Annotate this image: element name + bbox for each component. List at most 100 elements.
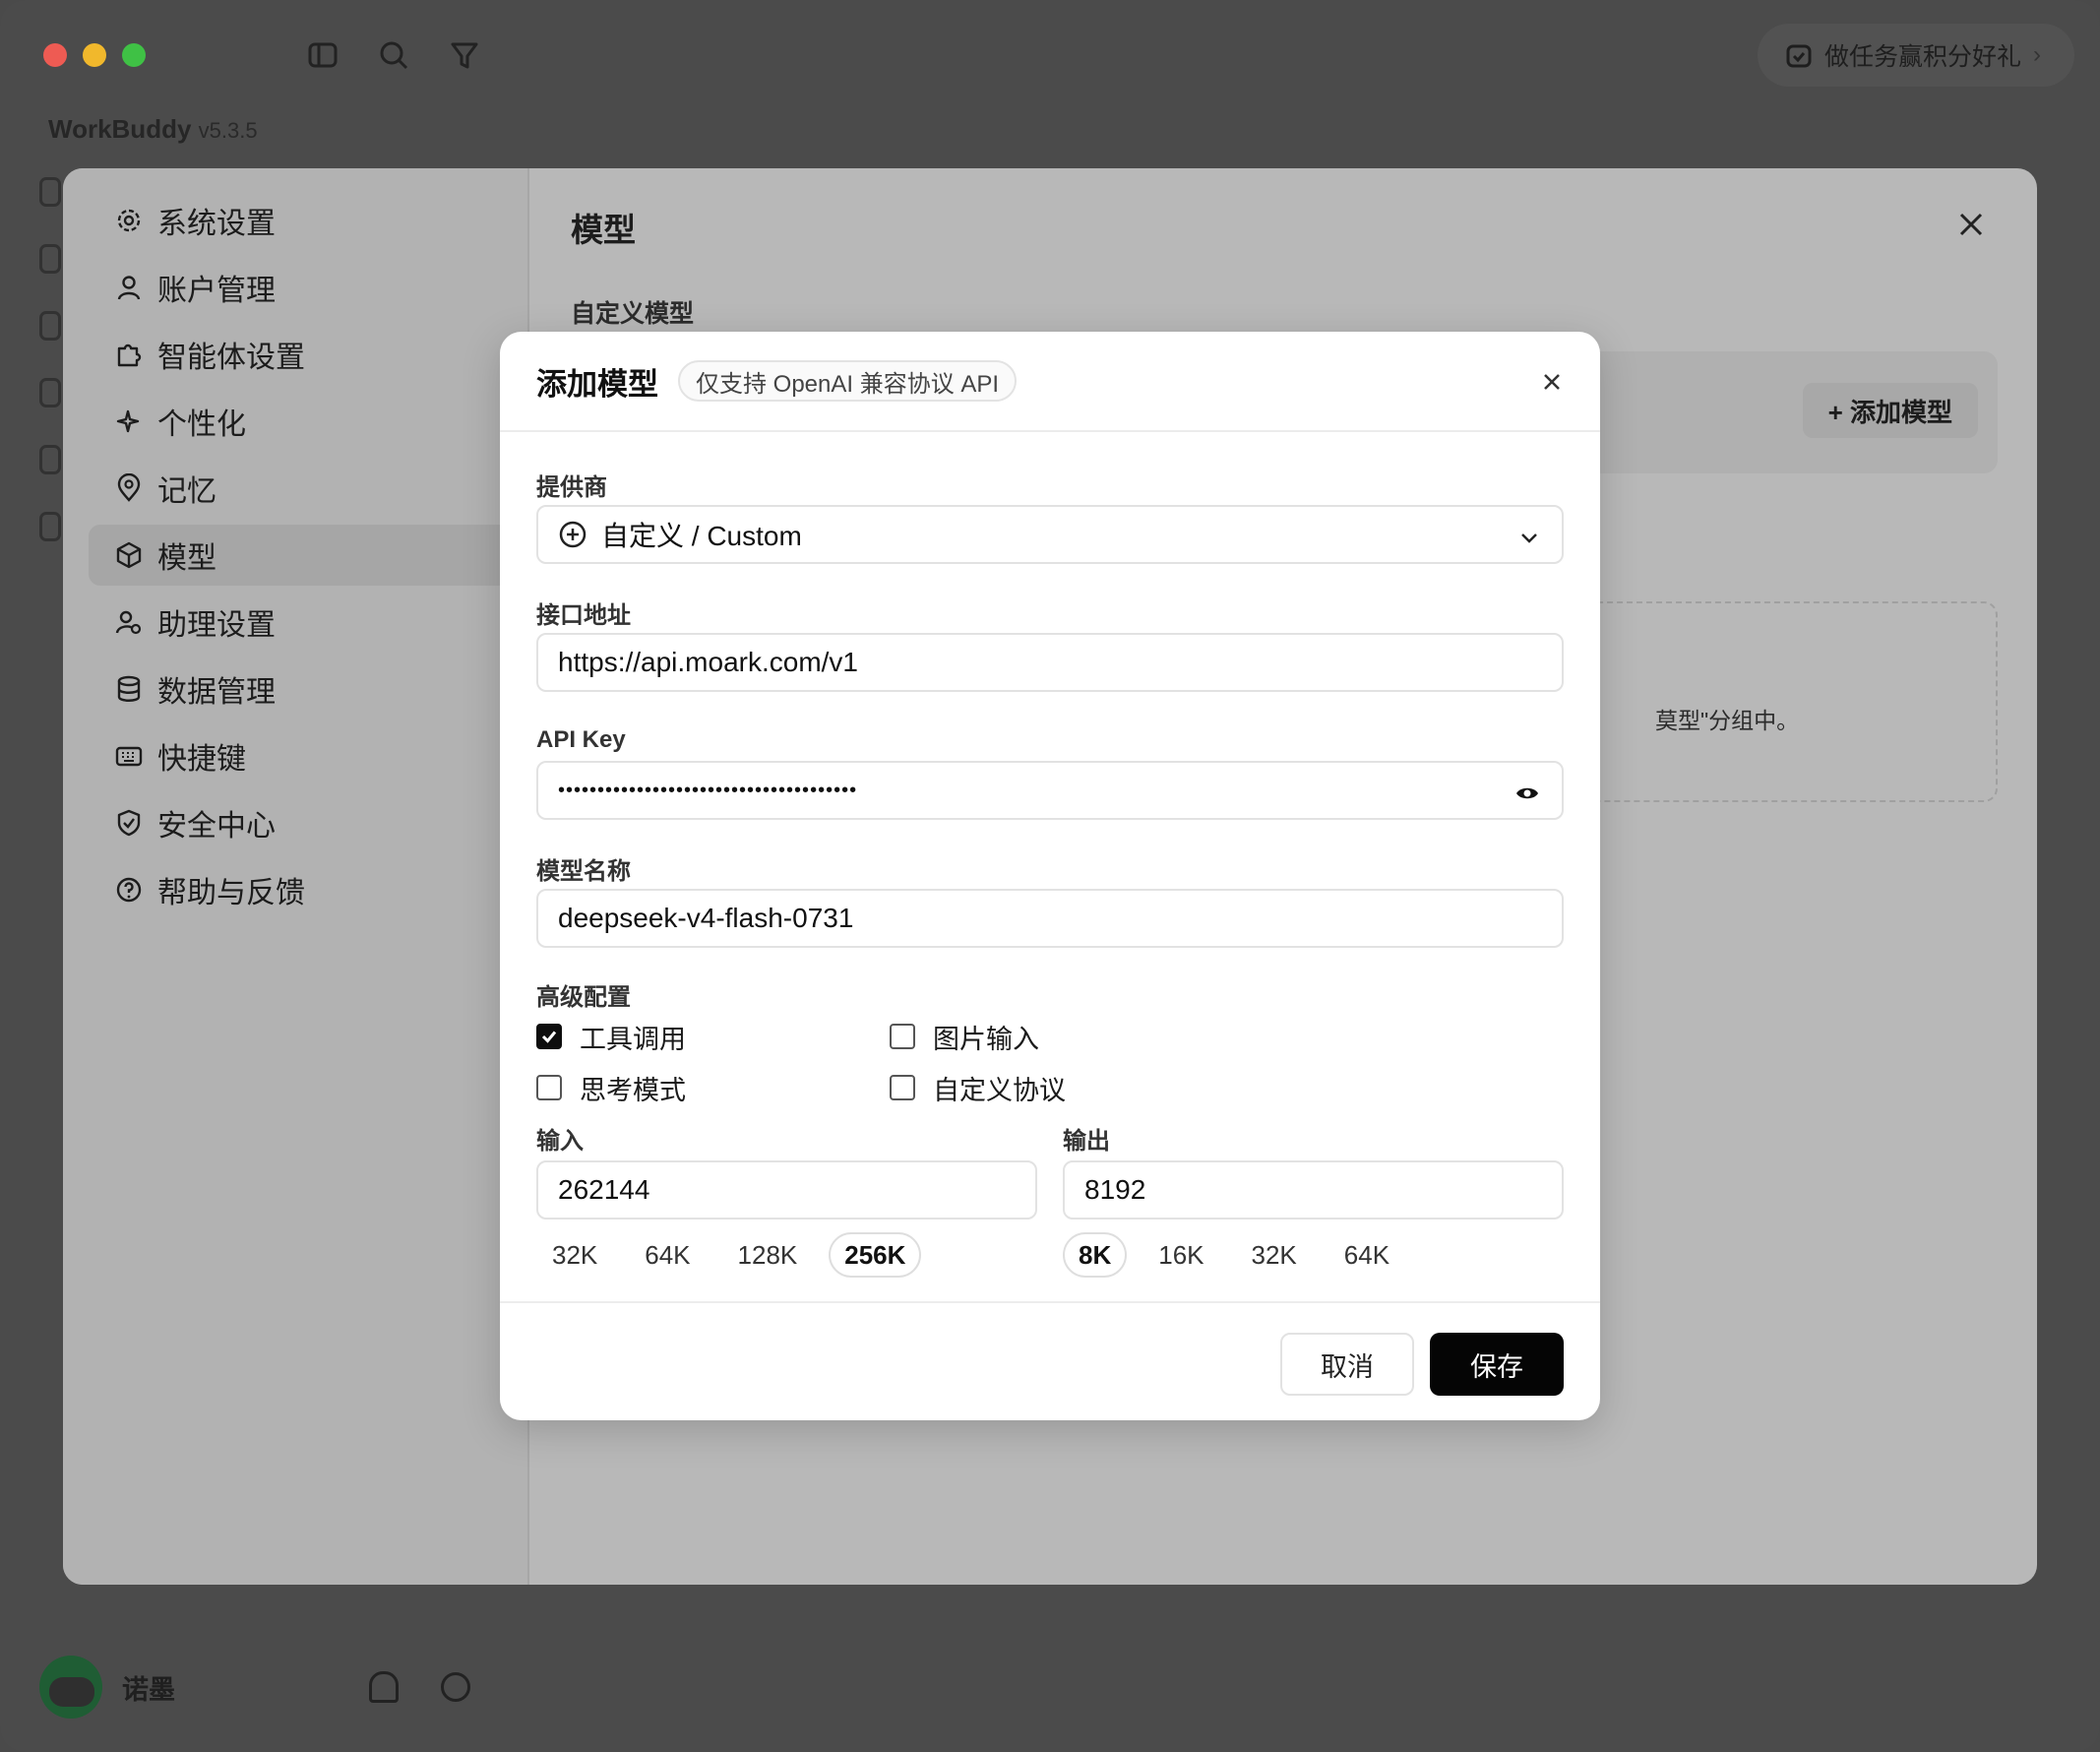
input-chips-2[interactable]: 128K bbox=[722, 1232, 814, 1278]
empty-hint: 莫型"分组中。 bbox=[1655, 708, 1800, 733]
close-icon[interactable] bbox=[1537, 367, 1567, 397]
sidebar-item-label: 帮助与反馈 bbox=[157, 877, 305, 909]
sidebar-item-4[interactable]: 记忆 bbox=[89, 458, 522, 519]
option-label: 思考模式 bbox=[580, 1075, 686, 1105]
sidebar-item-9[interactable]: 安全中心 bbox=[89, 792, 522, 853]
sidebar-item-label: 模型 bbox=[157, 542, 216, 575]
avatar[interactable] bbox=[39, 1656, 102, 1719]
checkbox-empty-icon[interactable] bbox=[890, 1075, 915, 1100]
model-name-label: 模型名称 bbox=[536, 857, 631, 885]
save-button[interactable]: 保存 bbox=[1430, 1333, 1564, 1396]
context-limits: 输入 262144 32K 64K 128K 256K 输出 8192 8K 16K 32… bbox=[536, 1121, 1564, 1279]
option-checkbox-1[interactable]: 图片输入 bbox=[890, 1011, 1243, 1062]
rail-history-icon[interactable] bbox=[39, 445, 61, 474]
sidebar-item-label: 账户管理 bbox=[157, 275, 276, 307]
output-chips-0[interactable]: 8K bbox=[1063, 1232, 1128, 1278]
input-limit-label: 输入 bbox=[536, 1127, 584, 1155]
sidebar-item-8[interactable]: 快捷键 bbox=[89, 725, 522, 786]
database-icon bbox=[114, 674, 144, 704]
api-key-label: API Key bbox=[536, 726, 626, 753]
api-key-input[interactable]: •••••••••••••••••••••••••••••••••••••• bbox=[536, 761, 1564, 820]
left-rail bbox=[39, 177, 63, 579]
sidebar-item-7[interactable]: 数据管理 bbox=[89, 658, 522, 720]
sidebar-item-label: 数据管理 bbox=[157, 676, 276, 709]
app-window: 做任务赢积分好礼 › WorkBuddy v5.3.5 诺墨 系统设置 账户管理智… bbox=[0, 0, 2100, 1752]
window-controls bbox=[43, 43, 146, 67]
sidebar-item-0[interactable]: 系统设置 bbox=[89, 190, 522, 251]
sidebar-item-label: 助理设置 bbox=[157, 609, 276, 642]
option-label: 自定义协议 bbox=[933, 1075, 1066, 1105]
gear-icon bbox=[114, 206, 144, 235]
output-chips-1[interactable]: 16K bbox=[1143, 1232, 1219, 1278]
rail-chat-icon[interactable] bbox=[39, 177, 61, 207]
endpoint-input[interactable]: https://api.moark.com/v1 bbox=[536, 633, 1564, 692]
close-window-button[interactable] bbox=[43, 43, 67, 67]
search-icon[interactable] bbox=[378, 39, 409, 71]
option-checkbox-3[interactable]: 自定义协议 bbox=[890, 1062, 1243, 1113]
option-checkbox-2[interactable]: 思考模式 bbox=[536, 1062, 890, 1113]
rail-skills-icon[interactable] bbox=[39, 311, 61, 341]
provider-value: 自定义 / Custom bbox=[601, 521, 802, 551]
output-chips-2[interactable]: 32K bbox=[1236, 1232, 1313, 1278]
app-version: v5.3.5 bbox=[198, 118, 258, 143]
bell-icon[interactable] bbox=[369, 1671, 399, 1703]
output-limit-value: 8192 bbox=[1084, 1174, 1146, 1205]
model-name-input[interactable]: deepseek-v4-flash-0731 bbox=[536, 889, 1564, 948]
output-chips-3[interactable]: 64K bbox=[1328, 1232, 1405, 1278]
shield-icon bbox=[114, 808, 144, 838]
dialog-footer: 取消 保存 bbox=[500, 1301, 1600, 1420]
output-limit-label: 输出 bbox=[1063, 1127, 1110, 1155]
option-checkbox-0[interactable]: 工具调用 bbox=[536, 1011, 890, 1062]
checkbox-empty-icon[interactable] bbox=[890, 1024, 915, 1049]
user-icon bbox=[114, 273, 144, 302]
rail-tasks-icon[interactable] bbox=[39, 244, 61, 274]
sidebar-item-6[interactable]: 助理设置 bbox=[89, 592, 522, 653]
sidebar-item-label: 安全中心 bbox=[157, 810, 276, 843]
help-icon bbox=[114, 875, 144, 905]
filter-icon[interactable] bbox=[449, 39, 480, 71]
maximize-window-button[interactable] bbox=[122, 43, 146, 67]
sidebar-toggle-icon[interactable] bbox=[307, 39, 339, 71]
chevron-down-icon bbox=[1521, 533, 1537, 543]
sidebar-item-10[interactable]: 帮助与反馈 bbox=[89, 859, 522, 920]
endpoint-label: 接口地址 bbox=[536, 601, 631, 629]
settings-sidebar: 系统设置账户管理智能体设置个性化记忆模型助理设置数据管理快捷键安全中心帮助与反馈 bbox=[63, 168, 529, 1585]
input-chips-1[interactable]: 64K bbox=[629, 1232, 706, 1278]
sidebar-item-3[interactable]: 个性化 bbox=[89, 391, 522, 452]
input-chips-0[interactable]: 32K bbox=[536, 1232, 613, 1278]
page-title: 模型 bbox=[571, 212, 636, 248]
model-name-value: deepseek-v4-flash-0731 bbox=[558, 903, 854, 933]
dialog-title: 添加模型 bbox=[536, 366, 658, 402]
advanced-label: 高级配置 bbox=[536, 983, 631, 1011]
sidebar-item-label: 个性化 bbox=[157, 408, 246, 441]
checkbox-checked-icon[interactable] bbox=[536, 1024, 562, 1049]
provider-label: 提供商 bbox=[536, 473, 607, 501]
sidebar-item-5[interactable]: 模型 bbox=[89, 525, 522, 586]
plus-circle-icon bbox=[559, 521, 587, 548]
sidebar-item-2[interactable]: 智能体设置 bbox=[89, 324, 522, 385]
input-limit-field[interactable]: 262144 bbox=[536, 1160, 1037, 1220]
option-label: 工具调用 bbox=[580, 1024, 686, 1054]
section-title: 自定义模型 bbox=[571, 300, 695, 328]
input-limit-value: 262144 bbox=[558, 1174, 650, 1205]
eye-icon[interactable] bbox=[1514, 781, 1540, 806]
rail-apps-icon[interactable] bbox=[39, 512, 61, 541]
task-rewards-button[interactable]: 做任务赢积分好礼 › bbox=[1757, 24, 2074, 87]
input-chips-3[interactable]: 256K bbox=[829, 1232, 922, 1278]
sidebar-item-1[interactable]: 账户管理 bbox=[89, 257, 522, 318]
keyboard-icon bbox=[114, 741, 144, 771]
output-limit-field[interactable]: 8192 bbox=[1063, 1160, 1564, 1220]
cancel-button[interactable]: 取消 bbox=[1280, 1333, 1414, 1396]
close-icon[interactable] bbox=[1956, 210, 1986, 239]
add-model-button[interactable]: + 添加模型 bbox=[1802, 383, 1978, 438]
rail-flow-icon[interactable] bbox=[39, 378, 61, 407]
minimize-window-button[interactable] bbox=[83, 43, 106, 67]
provider-select[interactable]: 自定义 / Custom bbox=[536, 505, 1564, 564]
task-pill-label: 做任务赢积分好礼 bbox=[1823, 43, 2021, 71]
user-name: 诺墨 bbox=[122, 1674, 175, 1705]
input-limit-column: 输入 262144 32K 64K 128K 256K bbox=[536, 1121, 1037, 1279]
puzzle-icon bbox=[114, 340, 144, 369]
link-icon[interactable] bbox=[441, 1672, 470, 1702]
checkbox-empty-icon[interactable] bbox=[536, 1075, 562, 1100]
input-preset-chips: 32K 64K 128K 256K bbox=[536, 1231, 1037, 1279]
